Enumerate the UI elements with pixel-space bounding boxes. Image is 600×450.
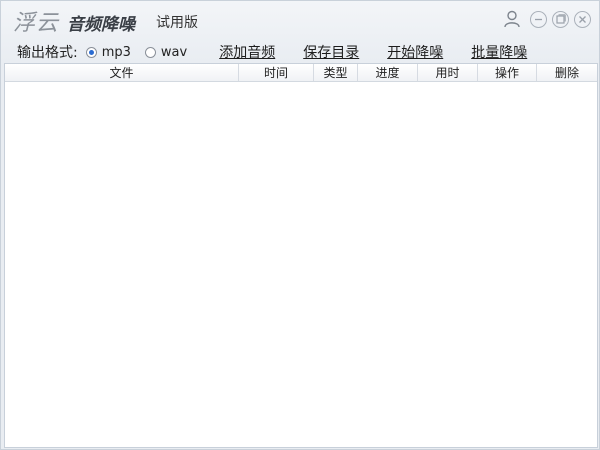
action-links: 添加音频 保存目录 开始降噪 批量降噪 (219, 42, 555, 62)
maximize-button[interactable] (552, 10, 569, 28)
output-format-radio-group: mp3 wav (85, 44, 201, 60)
column-header-file[interactable]: 文件 (5, 64, 239, 81)
column-header-type[interactable]: 类型 (314, 64, 358, 81)
window-controls (502, 9, 591, 29)
app-window: 浮云 音频降噪 试用版 输出格式: mp3 wav 添加音频 保存目录 开始降噪… (0, 0, 600, 450)
maximize-icon (556, 13, 566, 24)
user-icon[interactable] (502, 9, 522, 29)
minimize-button[interactable] (530, 10, 547, 28)
column-header-operation[interactable]: 操作 (478, 64, 537, 81)
close-icon (579, 15, 586, 23)
output-format-label: 输出格式: (17, 45, 78, 61)
column-header-delete[interactable]: 删除 (537, 64, 597, 81)
column-header-time[interactable]: 时间 (239, 64, 314, 81)
table-header: 文件 时间 类型 进度 用时 操作 删除 (5, 64, 597, 82)
format-option-mp3[interactable]: mp3 (85, 44, 131, 60)
file-table[interactable]: 文件 时间 类型 进度 用时 操作 删除 (4, 63, 598, 448)
start-denoise-link[interactable]: 开始降噪 (387, 42, 443, 62)
format-option-wav[interactable]: wav (144, 44, 188, 60)
save-directory-link[interactable]: 保存目录 (303, 42, 359, 62)
add-audio-link[interactable]: 添加音频 (219, 42, 275, 62)
column-header-elapsed[interactable]: 用时 (418, 64, 478, 81)
format-option-label: wav (160, 44, 188, 60)
app-name: 音频降噪 (67, 15, 136, 35)
brand: 浮云 音频降噪 (13, 5, 136, 36)
title-bar[interactable]: 浮云 音频降噪 试用版 (1, 1, 600, 39)
brand-logo: 浮云 (13, 11, 60, 36)
minimize-icon (535, 18, 542, 20)
format-option-label: mp3 (101, 44, 131, 60)
batch-denoise-link[interactable]: 批量降噪 (471, 42, 527, 62)
radio-mp3[interactable] (85, 46, 97, 58)
column-header-progress[interactable]: 进度 (358, 64, 418, 81)
toolbar: 输出格式: mp3 wav 添加音频 保存目录 开始降噪 批量降噪 (1, 41, 600, 63)
radio-wav[interactable] (144, 46, 156, 58)
close-button[interactable] (574, 10, 591, 28)
table-body[interactable] (5, 82, 597, 447)
edition-label: 试用版 (156, 15, 198, 31)
